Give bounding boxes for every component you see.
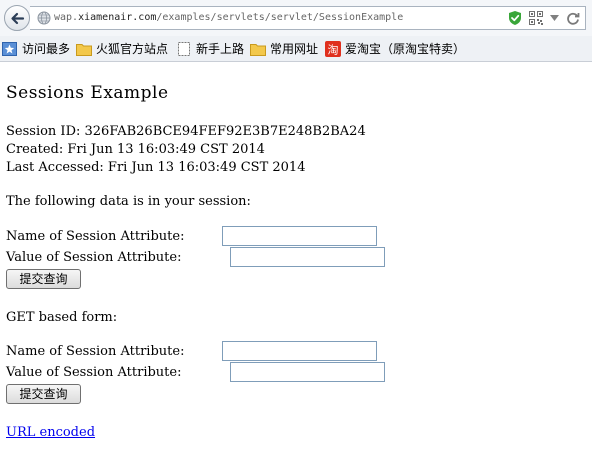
qr-code-icon[interactable] (529, 11, 543, 25)
bookmark-label: 常用网址 (270, 42, 319, 56)
bookmark-label: 访问最多 (22, 42, 71, 56)
url-encoded-link[interactable]: URL encoded (6, 424, 95, 442)
attribute-name-input[interactable] (222, 341, 377, 361)
attribute-name-label: Name of Session Attribute: (6, 344, 185, 359)
bookmark-label: 火狐官方站点 (96, 42, 169, 56)
url-text[interactable]: wap.xiamenair.com/examples/servlets/serv… (54, 11, 403, 25)
submit-query-button[interactable]: 提交查询 (6, 269, 81, 289)
get-form-heading: GET based form: (6, 310, 118, 325)
session-id: Session ID: 326FAB26BCE94FEF92E3B7E248B2… (6, 124, 366, 139)
back-arrow-icon (11, 12, 25, 25)
url-path: /examples/servlets/servlet/SessionExampl… (156, 12, 404, 23)
attribute-value-label: Value of Session Attribute: (6, 365, 182, 380)
session-last-accessed: Last Accessed: Fri Jun 13 16:03:49 CST 2… (6, 160, 306, 175)
session-created: Created: Fri Jun 13 16:03:49 CST 2014 (6, 142, 265, 157)
attribute-value-input[interactable] (230, 247, 385, 267)
bookmark-label: 新手上路 (196, 42, 245, 56)
session-data-intro: The following data is in your session: (6, 194, 251, 209)
globe-icon (37, 11, 51, 25)
url-domain: xiamenair.com (78, 12, 157, 23)
attribute-value-label: Value of Session Attribute: (6, 250, 182, 265)
address-bar[interactable]: wap.xiamenair.com/examples/servlets/serv… (30, 6, 586, 30)
chevron-down-icon[interactable] (550, 15, 559, 21)
folder-icon (76, 44, 92, 56)
taobao-icon: 淘 (325, 41, 341, 57)
bookmarks-toolbar: 访问最多 火狐官方站点 新手上路 常用网址 淘 爱淘宝（原淘宝特卖） (0, 36, 592, 62)
shield-icon[interactable] (508, 10, 522, 26)
attribute-name-input[interactable] (222, 226, 377, 246)
svg-text:淘: 淘 (328, 44, 339, 57)
reload-icon[interactable] (566, 11, 580, 25)
back-button[interactable] (4, 5, 30, 31)
attribute-value-input[interactable] (230, 362, 385, 382)
page-title: Sessions Example (6, 83, 169, 103)
submit-query-button[interactable]: 提交查询 (6, 384, 81, 404)
bookmark-label: 爱淘宝（原淘宝特卖） (345, 42, 466, 56)
blank-page-icon (178, 42, 190, 56)
browser-navbar: wap.xiamenair.com/examples/servlets/serv… (0, 0, 592, 36)
url-prefix: wap. (54, 12, 79, 23)
bookmark-star-icon (2, 42, 17, 56)
folder-icon (250, 44, 266, 56)
attribute-name-label: Name of Session Attribute: (6, 229, 185, 244)
